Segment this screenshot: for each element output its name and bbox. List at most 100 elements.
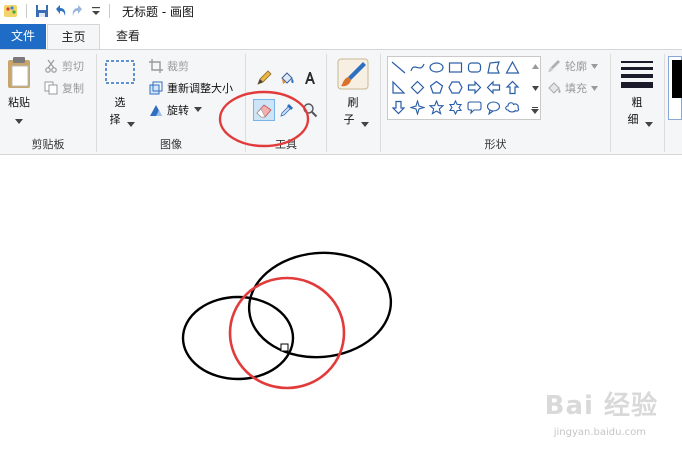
ribbon-tabs: 文件 主页 查看: [0, 22, 682, 49]
tab-home[interactable]: 主页: [47, 24, 100, 49]
oval-callout-shape-icon[interactable]: [484, 98, 503, 117]
group-clipboard: 粘贴 剪切 复制 剪贴板: [0, 50, 96, 154]
five-point-star-shape-icon[interactable]: [427, 98, 446, 117]
brushes-dropdown-icon: [361, 117, 369, 131]
shapes-gallery: [387, 56, 541, 120]
color1-fill: [672, 60, 682, 98]
customize-quick-access-icon[interactable]: [87, 2, 105, 20]
rotate-dropdown-icon: [194, 107, 202, 112]
fill-style-label: 填充: [565, 82, 587, 95]
down-arrow-shape-icon[interactable]: [389, 98, 408, 117]
fill-style-button[interactable]: 填充: [547, 80, 602, 96]
title-bar: 无标题 - 画图: [0, 0, 682, 22]
watermark-logo: Bai 经验: [544, 391, 658, 421]
group-brushes: 刷 子: [327, 50, 379, 154]
fill-style-dropdown-icon: [591, 85, 598, 91]
text-icon[interactable]: [299, 67, 321, 89]
rotate-icon: [150, 105, 162, 116]
tab-file[interactable]: 文件: [0, 24, 46, 49]
titlebar-divider: [109, 4, 110, 18]
hexagon-shape-icon[interactable]: [446, 78, 465, 97]
ribbon-separator: [664, 54, 665, 152]
shapes-scroll-down-button[interactable]: [529, 78, 541, 99]
select-label-line2: 择: [109, 113, 121, 126]
cut-label: 剪切: [62, 60, 84, 73]
select-dropdown-icon: [127, 117, 135, 131]
size-label-line2: 细: [627, 113, 639, 126]
crop-button[interactable]: 裁剪: [149, 58, 189, 74]
black-ellipse-large: [247, 251, 393, 359]
pentagon-shape-icon[interactable]: [427, 78, 446, 97]
window-title: 无标题 - 画图: [122, 4, 194, 19]
curve-shape-icon[interactable]: [408, 58, 427, 77]
ribbon: 粘贴 剪切 复制 剪贴板 选 择 裁剪 重新调整大小 旋转 图像 工具 刷 子 …: [0, 49, 682, 155]
polygon-shape-icon[interactable]: [484, 58, 503, 77]
right-arrow-shape-icon[interactable]: [465, 78, 484, 97]
crop-icon: [149, 59, 163, 73]
up-arrow-shape-icon[interactable]: [503, 78, 522, 97]
scissors-icon: [45, 59, 57, 73]
clipboard-group-label: 剪贴板: [31, 138, 65, 151]
rectangle-shape-icon[interactable]: [446, 58, 465, 77]
pencil-icon[interactable]: [253, 67, 275, 89]
oval-shape-icon[interactable]: [427, 58, 446, 77]
cloud-callout-shape-icon[interactable]: [503, 98, 522, 117]
outline-brush-icon: [548, 60, 560, 72]
select-button[interactable]: 选 择: [103, 56, 137, 130]
outline-button[interactable]: 轮廓: [547, 58, 602, 74]
black-ellipse-small: [181, 295, 295, 381]
fill-bucket-icon: [548, 82, 561, 94]
titlebar-divider: [26, 4, 27, 18]
copy-button[interactable]: 复制: [44, 80, 84, 96]
paste-button[interactable]: 粘贴: [2, 54, 36, 128]
brush-icon: [337, 58, 369, 93]
diamond-shape-icon[interactable]: [408, 78, 427, 97]
size-button[interactable]: 粗 细: [617, 54, 657, 134]
brushes-label-line2: 子: [343, 113, 355, 126]
group-size: 粗 细: [611, 50, 663, 154]
rotate-label: 旋转: [167, 104, 189, 117]
brushes-button[interactable]: 刷 子: [331, 54, 375, 134]
left-arrow-shape-icon[interactable]: [484, 78, 503, 97]
size-label-line1: 粗: [631, 96, 643, 109]
shapes-scroll-up-button[interactable]: [529, 56, 541, 77]
cut-button[interactable]: 剪切: [44, 58, 84, 74]
copy-label: 复制: [62, 82, 84, 95]
select-label-line1: 选: [114, 96, 126, 109]
rounded-callout-shape-icon[interactable]: [465, 98, 484, 117]
shapes-group-label: 形状: [484, 138, 507, 151]
size-dropdown-icon: [645, 117, 653, 131]
four-point-star-shape-icon[interactable]: [408, 98, 427, 117]
rounded-rectangle-shape-icon[interactable]: [465, 58, 484, 77]
tab-view[interactable]: 查看: [106, 24, 150, 49]
right-triangle-shape-icon[interactable]: [389, 78, 408, 97]
eraser-cursor: [280, 343, 289, 352]
resize-icon: [149, 81, 163, 95]
copy-icon: [44, 81, 58, 95]
paste-label: 粘贴: [8, 96, 30, 109]
save-icon[interactable]: [33, 2, 51, 20]
line-shape-icon[interactable]: [389, 58, 408, 77]
red-circle: [228, 276, 346, 390]
fill-icon[interactable]: [276, 67, 298, 89]
six-point-star-shape-icon[interactable]: [446, 98, 465, 117]
shapes-expand-button[interactable]: [529, 100, 541, 120]
watermark-url: jingyan.baidu.com: [553, 427, 646, 438]
select-rectangle-icon: [105, 60, 135, 87]
group-shapes: 轮廓 填充 形状: [381, 50, 610, 154]
paste-icon: [5, 56, 33, 93]
redo-icon[interactable]: [69, 2, 87, 20]
color1-swatch[interactable]: [668, 56, 682, 120]
outline-label: 轮廓: [565, 60, 587, 73]
highlight-circle: [218, 90, 310, 148]
paint-app-icon[interactable]: [2, 2, 20, 20]
paste-dropdown-icon: [15, 114, 23, 128]
rotate-button[interactable]: 旋转: [149, 102, 206, 118]
undo-icon[interactable]: [51, 2, 69, 20]
line-width-icon: [621, 60, 653, 93]
crop-label: 裁剪: [167, 60, 189, 73]
brushes-label-line1: 刷: [347, 96, 359, 109]
outline-dropdown-icon: [591, 63, 598, 69]
triangle-shape-icon[interactable]: [503, 58, 522, 77]
drawing-canvas[interactable]: Bai 经验 jingyan.baidu.com: [0, 156, 682, 450]
